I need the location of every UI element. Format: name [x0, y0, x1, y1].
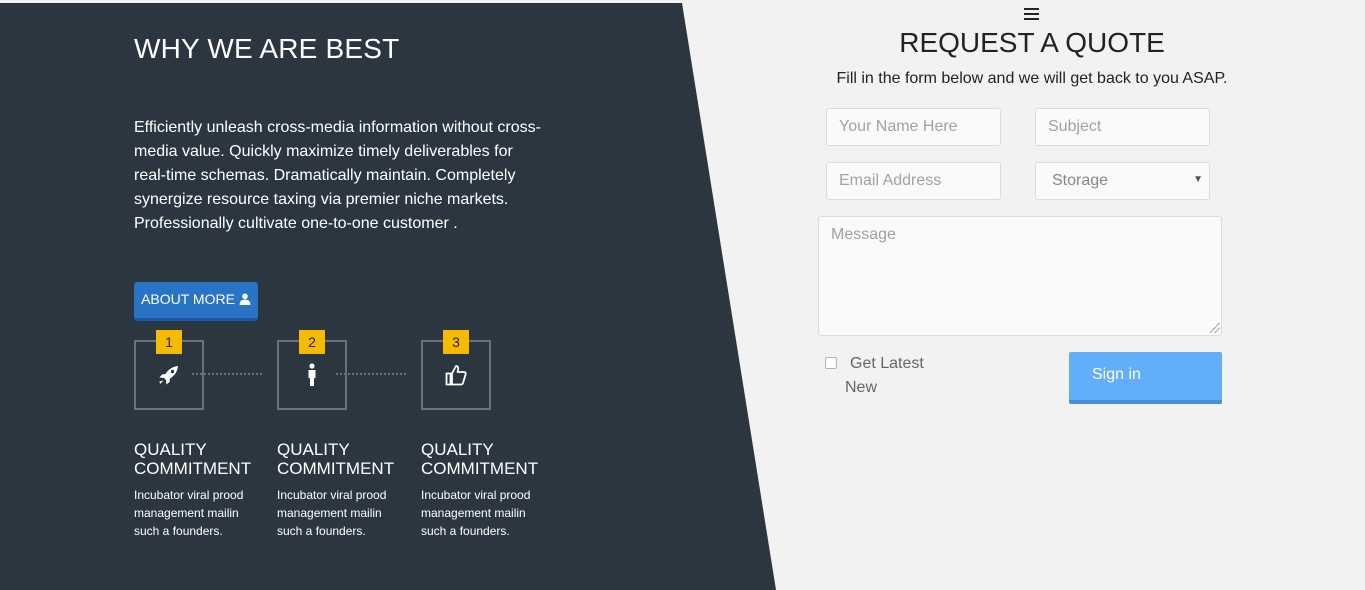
- connector-line: [336, 373, 406, 375]
- feature-description-1: Incubator viral prood management mailin …: [134, 488, 244, 538]
- storage-select[interactable]: Storage ▼: [1035, 162, 1210, 200]
- resize-handle-icon[interactable]: [1210, 323, 1220, 333]
- newsletter-checkbox-label: Get Latest New: [845, 355, 924, 396]
- feature-icon-box-3: 3: [421, 330, 491, 410]
- storage-select-value: Storage: [1052, 172, 1109, 189]
- feature-number-badge: 1: [156, 330, 182, 354]
- feature-description-2: Incubator viral prood management mailin …: [277, 488, 387, 538]
- connector-line: [192, 373, 262, 375]
- email-input[interactable]: [826, 162, 1001, 200]
- feature-icon-box-2: 2: [277, 330, 347, 410]
- person-icon: [308, 363, 316, 386]
- feature-number-badge: 3: [443, 330, 469, 354]
- feature-icon-box-1: 1: [134, 330, 204, 410]
- dropdown-arrow-icon: ▼: [1193, 174, 1203, 185]
- hamburger-menu-icon[interactable]: [1024, 8, 1039, 23]
- sign-in-button[interactable]: Sign in: [1069, 352, 1222, 404]
- feature-description-3: Incubator viral prood management mailin …: [421, 488, 531, 538]
- about-more-label: ABOUT MORE: [141, 291, 235, 307]
- thumbs-up-icon: [445, 365, 467, 386]
- user-icon: [239, 293, 251, 305]
- feature-number-badge: 2: [299, 330, 325, 354]
- message-textarea[interactable]: [818, 216, 1222, 336]
- about-more-button[interactable]: ABOUT MORE: [134, 282, 258, 318]
- name-input[interactable]: [826, 108, 1001, 146]
- feature-title-1: QUALITY COMMITMENT: [134, 440, 252, 478]
- section-description: Efficiently unleash cross-media informat…: [134, 119, 541, 232]
- form-subtitle: Fill in the form below and we will get b…: [836, 70, 1228, 87]
- feature-title-3: QUALITY COMMITMENT: [421, 440, 539, 478]
- rocket-icon: [159, 366, 178, 385]
- subject-input[interactable]: [1035, 108, 1210, 146]
- newsletter-checkbox[interactable]: [825, 357, 837, 369]
- section-title: WHY WE ARE BEST: [134, 33, 400, 64]
- form-title: REQUEST A QUOTE: [899, 27, 1165, 58]
- feature-title-2: QUALITY COMMITMENT: [277, 440, 395, 478]
